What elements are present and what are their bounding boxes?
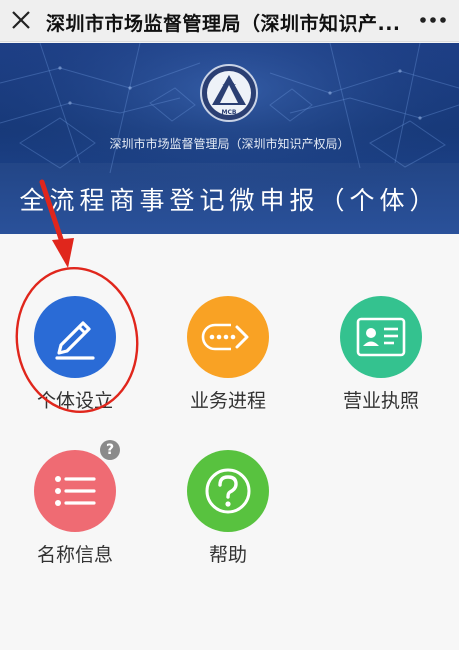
svg-text:★: ★ bbox=[222, 82, 227, 89]
emblem-logo: ★ ★ MCB bbox=[200, 64, 258, 122]
hero-banner: ★ ★ MCB 深圳市市场监督管理局（深圳市知识产权局） 全流程商事登记微申报（… bbox=[0, 43, 459, 234]
more-icon bbox=[420, 17, 446, 23]
banner-subtitle: 深圳市市场监督管理局（深圳市知识产权局） bbox=[109, 137, 350, 151]
tile-individual-setup[interactable]: 个体设立 bbox=[10, 296, 140, 426]
license-icon bbox=[356, 317, 406, 357]
tile-icon-circle bbox=[34, 450, 116, 532]
tile-label: 营业执照 bbox=[342, 390, 419, 412]
list-icon bbox=[55, 476, 96, 506]
tile-label: 个体设立 bbox=[36, 390, 113, 412]
service-menu: 个体设立 业务进程 营业执照 名称信息 ? 帮助 bbox=[0, 234, 459, 650]
tile-name-info[interactable]: 名称信息 ? bbox=[10, 440, 140, 580]
svg-text:★: ★ bbox=[231, 82, 236, 89]
tile-icon-circle bbox=[187, 296, 269, 378]
tile-help[interactable]: 帮助 bbox=[163, 450, 293, 580]
help-badge[interactable]: ? bbox=[100, 440, 120, 460]
tile-icon-circle bbox=[187, 450, 269, 532]
page-title: 深圳市市场监督管理局（深圳市知识产... bbox=[46, 13, 398, 35]
pencil-icon bbox=[55, 321, 95, 360]
emblem-text: MCB bbox=[222, 109, 237, 116]
tile-icon-circle bbox=[34, 296, 116, 378]
close-button[interactable] bbox=[6, 5, 36, 35]
arrow-dots-icon bbox=[201, 321, 251, 353]
tile-label: 帮助 bbox=[208, 544, 247, 566]
question-icon bbox=[205, 468, 251, 514]
tile-business-progress[interactable]: 业务进程 bbox=[163, 296, 293, 426]
banner-title: 全流程商事登记微申报（个体） bbox=[19, 186, 440, 215]
tile-label: 业务进程 bbox=[189, 390, 266, 412]
tile-label: 名称信息 bbox=[36, 544, 113, 566]
tile-icon-circle bbox=[340, 296, 422, 378]
top-bar: 深圳市市场监督管理局（深圳市知识产... bbox=[0, 0, 459, 42]
tile-business-license[interactable]: 营业执照 bbox=[316, 296, 446, 426]
more-button[interactable] bbox=[415, 5, 451, 35]
close-icon bbox=[12, 11, 30, 29]
